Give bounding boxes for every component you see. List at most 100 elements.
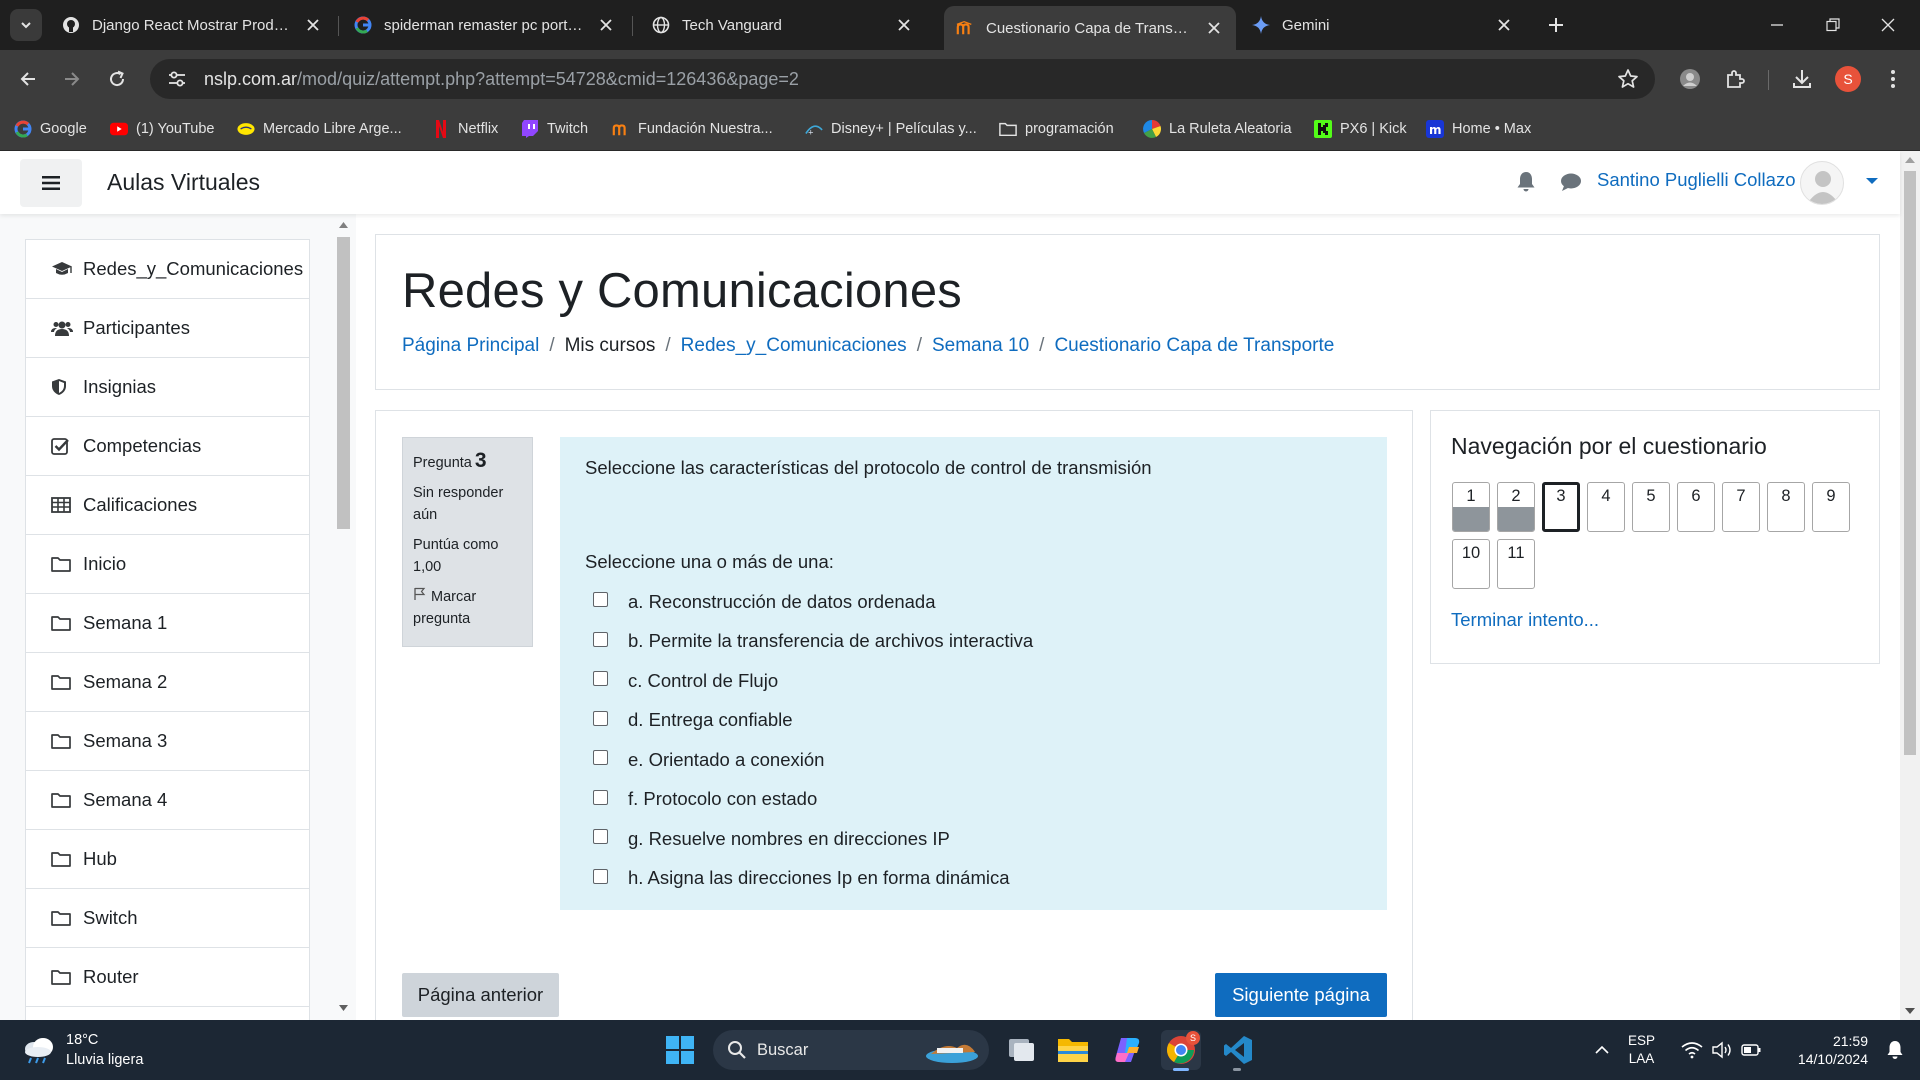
bookmark-youtube[interactable]: (1) YouTube bbox=[110, 118, 214, 140]
quiz-nav-button-2[interactable]: 2 bbox=[1497, 482, 1535, 532]
drawer-item-switch[interactable]: Switch bbox=[25, 888, 310, 947]
chrome-taskbar-button[interactable]: S bbox=[1161, 1030, 1201, 1071]
bookmark-disney[interactable]: + Disney+ | Películas y... bbox=[805, 118, 977, 140]
drawer-item-semana-2[interactable]: Semana 2 bbox=[25, 652, 310, 711]
show-hidden-icons-button[interactable] bbox=[1582, 1030, 1622, 1070]
notifications-bell-icon[interactable] bbox=[1516, 171, 1536, 198]
bookmark-kick[interactable]: PX6 | Kick bbox=[1314, 118, 1407, 140]
close-icon[interactable] bbox=[1204, 18, 1224, 38]
close-icon[interactable] bbox=[596, 15, 616, 35]
windows-start-button[interactable] bbox=[660, 1030, 700, 1070]
input-language-indicator[interactable]: ESP LAA bbox=[1628, 1032, 1655, 1068]
bookmark-fundacion[interactable]: Fundación Nuestra... bbox=[612, 118, 773, 140]
extensions-puzzle-icon[interactable] bbox=[1720, 64, 1750, 94]
extension-avatar-icon[interactable] bbox=[1675, 64, 1705, 94]
flag-question-link[interactable]: Marcar pregunta bbox=[413, 586, 522, 630]
scroll-up-icon[interactable] bbox=[1905, 157, 1915, 163]
close-window-button[interactable] bbox=[1873, 10, 1903, 40]
quiz-nav-button-6[interactable]: 6 bbox=[1677, 482, 1715, 532]
more-menu-icon[interactable] bbox=[1878, 64, 1908, 94]
answer-option-a[interactable]: a. Reconstrucción de datos ordenada bbox=[593, 582, 1033, 622]
page-scroll-thumb[interactable] bbox=[1904, 171, 1916, 755]
quiz-nav-button-4[interactable]: 4 bbox=[1587, 482, 1625, 532]
new-tab-button[interactable] bbox=[1543, 12, 1569, 38]
forward-button[interactable] bbox=[57, 64, 87, 94]
drawer-item-hub[interactable]: Hub bbox=[25, 829, 310, 888]
close-icon[interactable] bbox=[894, 15, 914, 35]
drawer-item-course[interactable]: Redes_y_Comunicaciones bbox=[25, 239, 310, 298]
bookmark-ruleta[interactable]: La Ruleta Aleatoria bbox=[1143, 118, 1292, 140]
bookmark-max[interactable]: m Home • Max bbox=[1426, 118, 1531, 140]
address-bar[interactable]: nslp.com.ar/mod/quiz/attempt.php?attempt… bbox=[150, 59, 1655, 99]
quiz-nav-button-7[interactable]: 7 bbox=[1722, 482, 1760, 532]
answer-option-h[interactable]: h. Asigna las direcciones Ip en forma di… bbox=[593, 859, 1033, 899]
bookmark-netflix[interactable]: Netflix bbox=[432, 118, 498, 140]
scroll-down-icon[interactable] bbox=[339, 1005, 348, 1011]
quiz-nav-button-10[interactable]: 10 bbox=[1452, 539, 1490, 589]
bookmark-twitch[interactable]: Twitch bbox=[521, 118, 588, 140]
breadcrumb-home[interactable]: Página Principal bbox=[402, 335, 539, 357]
page-scrollbar[interactable] bbox=[1900, 151, 1920, 1020]
vscode-button[interactable] bbox=[1218, 1030, 1258, 1071]
bookmark-mercadolibre[interactable]: Mercado Libre Arge... bbox=[237, 118, 402, 140]
breadcrumb-week[interactable]: Semana 10 bbox=[932, 335, 1029, 357]
drawer-item-semana-3[interactable]: Semana 3 bbox=[25, 711, 310, 770]
quiz-nav-button-11[interactable]: 11 bbox=[1497, 539, 1535, 589]
copilot-button[interactable] bbox=[1107, 1030, 1147, 1070]
site-settings-icon[interactable] bbox=[162, 70, 192, 88]
tab-gemini[interactable]: Gemini bbox=[1240, 6, 1526, 44]
answer-checkbox[interactable] bbox=[593, 710, 608, 726]
answer-checkbox[interactable] bbox=[593, 671, 608, 687]
scroll-down-icon[interactable] bbox=[1905, 1008, 1915, 1014]
answer-option-d[interactable]: d. Entrega confiable bbox=[593, 701, 1033, 741]
answer-checkbox[interactable] bbox=[593, 750, 608, 766]
next-page-button[interactable]: Siguiente página bbox=[1215, 973, 1387, 1017]
tab-cuestionario[interactable]: Cuestionario Capa de Transport bbox=[944, 6, 1236, 50]
bookmark-programacion[interactable]: programación bbox=[999, 118, 1114, 140]
answer-checkbox[interactable] bbox=[593, 789, 608, 805]
user-menu-caret-icon[interactable] bbox=[1866, 178, 1878, 184]
close-icon[interactable] bbox=[303, 15, 323, 35]
notifications-button[interactable] bbox=[1875, 1030, 1915, 1070]
site-brand[interactable]: Aulas Virtuales bbox=[107, 169, 260, 196]
messages-chat-icon[interactable] bbox=[1560, 172, 1582, 197]
quiz-nav-button-8[interactable]: 8 bbox=[1767, 482, 1805, 532]
drawer-item-calificaciones[interactable]: Calificaciones bbox=[25, 475, 310, 534]
answer-checkbox[interactable] bbox=[593, 868, 608, 884]
taskbar-search[interactable]: Buscar bbox=[713, 1030, 989, 1070]
drawer-scroll-thumb[interactable] bbox=[337, 237, 350, 529]
bookmark-google[interactable]: Google bbox=[14, 118, 87, 140]
back-button[interactable] bbox=[13, 64, 43, 94]
bookmark-star-icon[interactable] bbox=[1617, 68, 1639, 95]
answer-option-e[interactable]: e. Orientado a conexión bbox=[593, 740, 1033, 780]
drawer-item-partial[interactable] bbox=[25, 1006, 310, 1020]
tab-tech-vanguard[interactable]: Tech Vanguard bbox=[640, 6, 926, 44]
restore-button[interactable] bbox=[1818, 10, 1848, 40]
task-view-button[interactable] bbox=[1001, 1030, 1041, 1070]
profile-avatar[interactable]: S bbox=[1835, 66, 1861, 92]
drawer-toggle-button[interactable] bbox=[20, 159, 82, 207]
quiz-nav-button-5[interactable]: 5 bbox=[1632, 482, 1670, 532]
answer-option-g[interactable]: g. Resuelve nombres en direcciones IP bbox=[593, 819, 1033, 859]
answer-option-f[interactable]: f. Protocolo con estado bbox=[593, 780, 1033, 820]
close-icon[interactable] bbox=[1494, 15, 1514, 35]
breadcrumb-course[interactable]: Redes_y_Comunicaciones bbox=[681, 335, 907, 357]
finish-attempt-link[interactable]: Terminar intento... bbox=[1451, 609, 1599, 631]
downloads-icon[interactable] bbox=[1787, 64, 1817, 94]
quiz-nav-button-9[interactable]: 9 bbox=[1812, 482, 1850, 532]
drawer-item-semana-1[interactable]: Semana 1 bbox=[25, 593, 310, 652]
user-avatar[interactable] bbox=[1800, 161, 1844, 205]
answer-checkbox[interactable] bbox=[593, 829, 608, 845]
answer-option-c[interactable]: c. Control de Flujo bbox=[593, 661, 1033, 701]
drawer-scrollbar[interactable] bbox=[335, 219, 352, 1015]
answer-checkbox[interactable] bbox=[593, 631, 608, 647]
answer-option-b[interactable]: b. Permite la transferencia de archivos … bbox=[593, 622, 1033, 662]
user-name-link[interactable]: Santino Puglielli Collazo bbox=[1597, 169, 1795, 191]
system-clock[interactable]: 21:59 14/10/2024 bbox=[1778, 1032, 1868, 1068]
tab-spiderman[interactable]: spiderman remaster pc portada bbox=[342, 6, 628, 44]
scroll-up-icon[interactable] bbox=[339, 222, 348, 228]
reload-button[interactable] bbox=[102, 64, 132, 94]
drawer-item-inicio[interactable]: Inicio bbox=[25, 534, 310, 593]
answer-checkbox[interactable] bbox=[593, 592, 608, 608]
breadcrumb-quiz[interactable]: Cuestionario Capa de Transporte bbox=[1054, 335, 1334, 357]
